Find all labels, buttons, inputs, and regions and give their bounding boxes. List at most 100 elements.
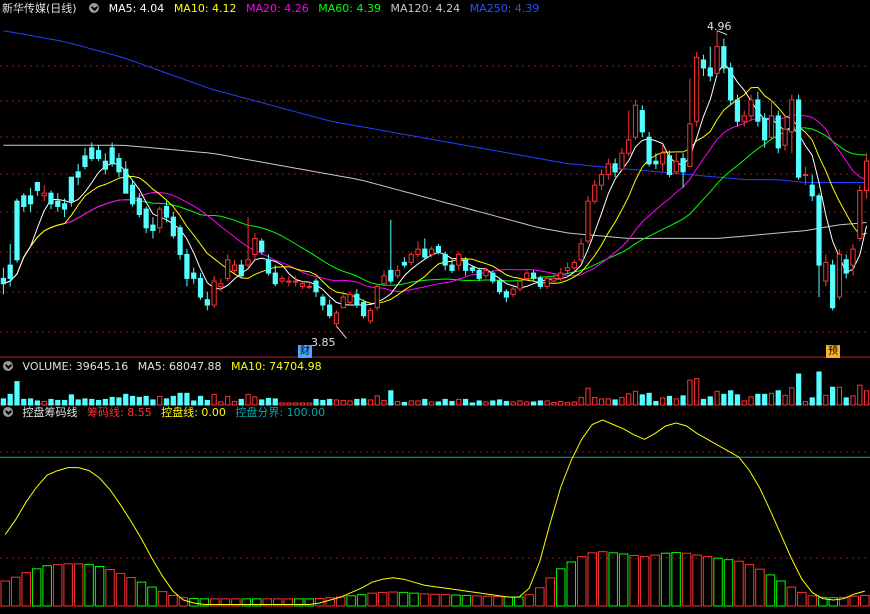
chart-canvas	[0, 30, 870, 607]
candle-body-49	[333, 312, 340, 325]
candle-body-90	[612, 163, 618, 173]
chip-bar-70	[734, 560, 744, 607]
candle-body-46	[313, 280, 319, 293]
volume-bar-76	[517, 400, 523, 406]
chip-bar-51	[535, 587, 545, 607]
chip-bar-50	[524, 594, 535, 607]
legend-ma5: MA5: 4.04	[108, 2, 165, 15]
candle-body-60	[408, 253, 414, 263]
candle-body-28	[191, 272, 197, 279]
volume-settings-icon[interactable]	[3, 361, 13, 371]
candle-body-59	[401, 261, 408, 266]
volume-bar-18	[123, 393, 129, 406]
financial-report-badge[interactable]: 财	[298, 345, 312, 358]
candle-body-47	[320, 296, 326, 306]
chip-bar-1	[10, 576, 21, 607]
candle-body-83	[564, 267, 571, 271]
chip-bar-42	[440, 594, 451, 607]
candle-body-12	[82, 155, 88, 168]
candle-body-104	[707, 67, 713, 77]
chip-bar-46	[482, 595, 493, 607]
volume-bar-125	[850, 395, 856, 406]
candle-body-62	[422, 248, 428, 258]
chip-bar-44	[461, 594, 472, 607]
candle-body-23	[157, 208, 163, 229]
chip-bar-3	[31, 568, 42, 607]
chip-bar-74	[776, 580, 786, 607]
candle-body-51	[347, 293, 353, 303]
candle-body-77	[524, 272, 530, 279]
candle-body-69	[469, 267, 475, 271]
volume-bar-80	[544, 400, 550, 406]
candle-body-55	[374, 285, 380, 309]
chip-bar-73	[765, 574, 776, 607]
volume-bar-95	[646, 392, 652, 406]
candle-body-91	[619, 152, 625, 170]
volume-bar-109	[741, 400, 747, 406]
candle-body-97	[660, 152, 666, 165]
candle-body-57	[388, 269, 394, 282]
legend-chip-line: 筹码线: 8.55	[87, 406, 152, 419]
volume-bar-62	[422, 398, 428, 406]
candle-body-105	[714, 46, 720, 74]
volume-bar-19	[129, 395, 136, 406]
volume-bar-105	[714, 390, 720, 406]
volume-bar-117	[796, 373, 802, 406]
candle-body-102	[694, 56, 700, 122]
volume-bar-81	[551, 401, 557, 406]
chip-bar-37	[388, 591, 398, 607]
candle-body-36	[245, 259, 251, 266]
volume-bar-64	[435, 401, 442, 406]
volume-bar-56	[381, 399, 387, 406]
chip-bar-82	[860, 594, 870, 607]
volume-bar-88	[598, 398, 605, 406]
candle-body-54	[367, 309, 374, 322]
candle-body-6	[41, 192, 47, 197]
volume-bar-20	[136, 396, 142, 406]
candle-body-107	[728, 67, 734, 101]
chip-bar-71	[744, 564, 755, 607]
chart-title: 新华传媒(日线)	[2, 2, 77, 15]
candle-body-14	[95, 150, 102, 160]
volume-bar-1	[7, 393, 13, 406]
candle-body-3	[21, 195, 27, 207]
chip-bar-13	[136, 581, 147, 607]
volume-bar-113	[768, 392, 775, 406]
settings-icon[interactable]	[89, 3, 100, 13]
candle-body-111	[755, 99, 761, 122]
candle-body-75	[510, 288, 516, 295]
volume-bar-2	[14, 381, 20, 406]
volume-bar-87	[592, 396, 598, 406]
forecast-badge[interactable]: 预	[826, 345, 840, 358]
chip-bar-55	[577, 556, 587, 607]
chip-bar-48	[503, 596, 514, 607]
volume-bar-127	[863, 390, 870, 406]
legend-volume: VOLUME: 39645.16	[22, 360, 129, 373]
volume-bar-39	[265, 397, 272, 406]
candle-body-17	[116, 158, 122, 173]
chip-bar-15	[157, 591, 168, 607]
chip-bar-7	[73, 563, 84, 607]
volume-bar-104	[707, 396, 713, 406]
candle-body-78	[530, 272, 537, 279]
candle-body-30	[204, 299, 210, 306]
volume-bar-82	[558, 400, 564, 406]
chip-bar-61	[639, 556, 650, 607]
indicator-settings-icon[interactable]	[3, 407, 13, 417]
candle-body-98	[666, 155, 673, 176]
volume-bar-116	[789, 387, 795, 406]
chip-bar-49	[514, 596, 524, 607]
candle-body-0	[0, 277, 7, 285]
volume-bar-25	[170, 395, 176, 406]
volume-bar-94	[639, 394, 645, 406]
candle-body-88	[598, 174, 605, 186]
volume-bar-69	[469, 402, 475, 406]
volume-bar-72	[490, 400, 496, 406]
chip-bar-12	[126, 577, 136, 607]
candle-body-93	[632, 104, 639, 138]
volume-bar-99	[673, 398, 679, 406]
volume-bar-17	[116, 397, 122, 406]
legend-control-line: 控盘线: 0.00	[161, 406, 226, 419]
volume-bar-111	[755, 393, 761, 406]
chip-bar-14	[147, 586, 157, 607]
